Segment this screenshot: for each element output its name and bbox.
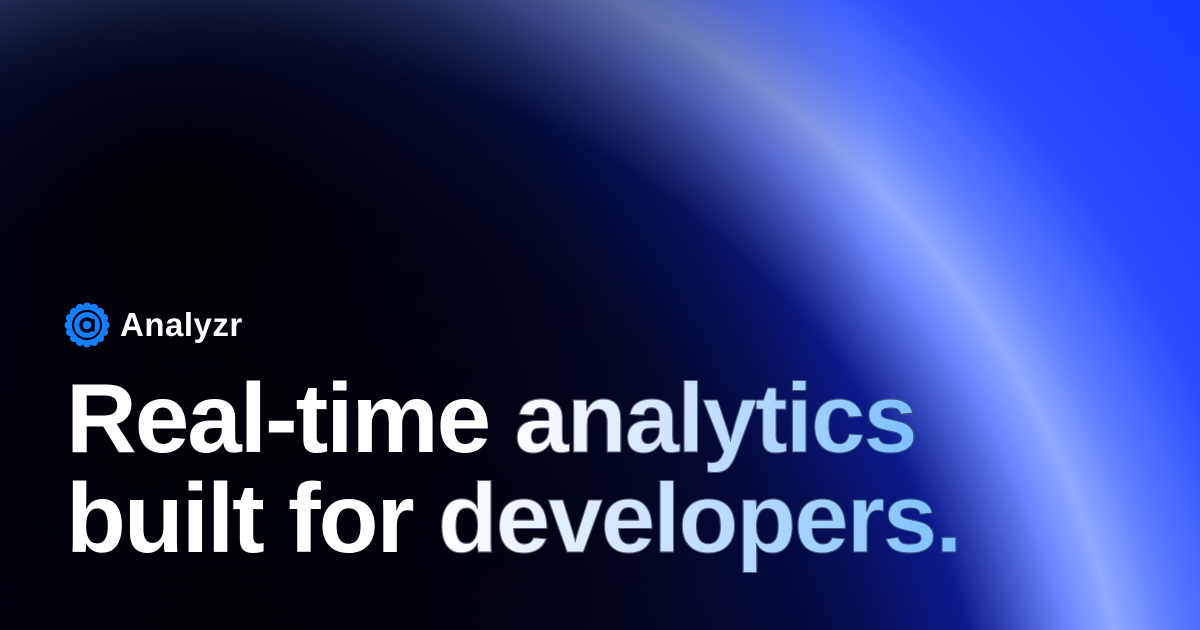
at-sign-badge-icon — [64, 302, 110, 348]
headline: Real-time analytics built for developers… — [66, 368, 963, 569]
headline-line2-plain: built for — [66, 463, 438, 573]
headline-line1-plain: Real-time — [66, 363, 515, 473]
brand-name: Analyzr — [120, 306, 243, 343]
headline-line1-highlight: analytics — [514, 363, 918, 473]
brand: Analyzr — [64, 302, 243, 348]
headline-line2-highlight: developers. — [437, 463, 963, 573]
